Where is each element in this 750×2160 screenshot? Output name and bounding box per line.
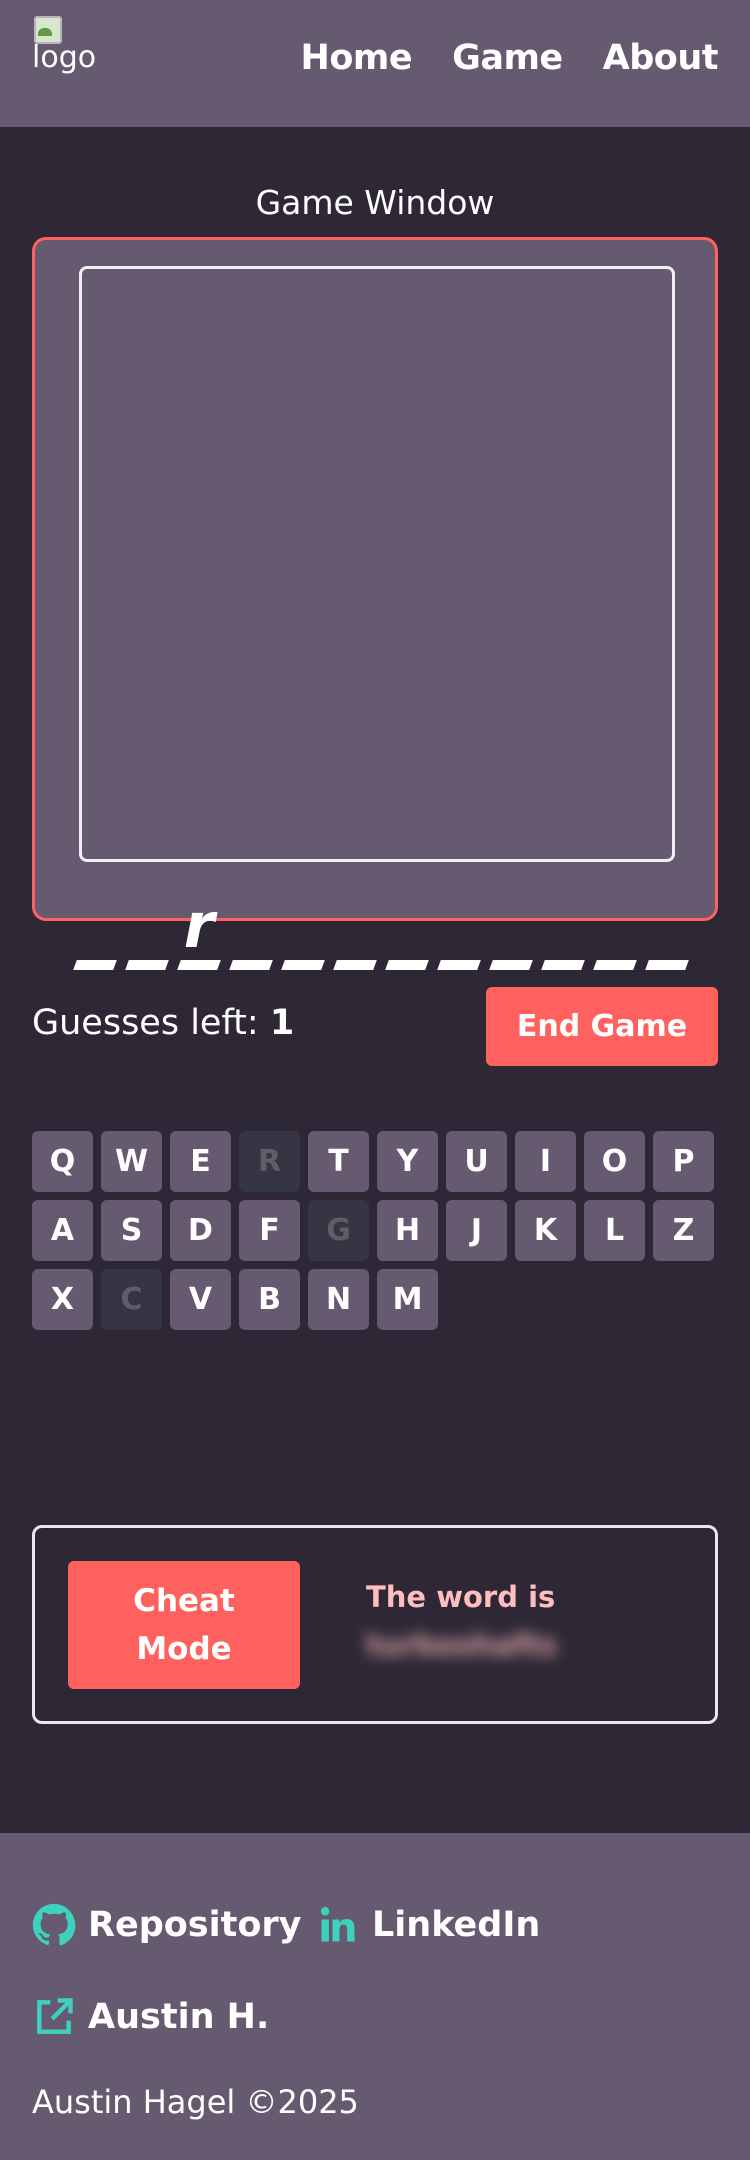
letter-slot bbox=[437, 898, 481, 970]
letter-slot bbox=[73, 898, 117, 970]
keyboard-row: ASDFGHJKLZ bbox=[32, 1200, 722, 1261]
guesses-left: Guesses left: 1 bbox=[32, 1003, 294, 1043]
nav-about-link[interactable]: About bbox=[603, 38, 719, 78]
letter-slot bbox=[281, 898, 325, 970]
key-k[interactable]: K bbox=[515, 1200, 576, 1261]
repository-label: Repository bbox=[88, 1905, 302, 1945]
word-display: r bbox=[73, 894, 689, 970]
nav-home-link[interactable]: Home bbox=[301, 38, 413, 78]
broken-image-icon bbox=[32, 14, 62, 44]
key-v[interactable]: V bbox=[170, 1269, 231, 1330]
slot-underline bbox=[385, 960, 429, 970]
key-d[interactable]: D bbox=[170, 1200, 231, 1261]
key-j[interactable]: J bbox=[446, 1200, 507, 1261]
letter-slot bbox=[489, 898, 533, 970]
key-u[interactable]: U bbox=[446, 1131, 507, 1192]
game-window bbox=[32, 237, 718, 921]
letter-slot bbox=[125, 898, 169, 970]
key-q[interactable]: Q bbox=[32, 1131, 93, 1192]
key-s[interactable]: S bbox=[101, 1200, 162, 1261]
key-f[interactable]: F bbox=[239, 1200, 300, 1261]
letter-slot bbox=[385, 898, 429, 970]
author-link[interactable]: Austin H. bbox=[32, 1995, 269, 2039]
cheat-label: The word is bbox=[366, 1580, 556, 1614]
key-o[interactable]: O bbox=[584, 1131, 645, 1192]
letter-slot: r bbox=[177, 894, 221, 970]
key-p[interactable]: P bbox=[653, 1131, 714, 1192]
github-icon bbox=[32, 1903, 76, 1946]
slot-underline bbox=[593, 960, 637, 970]
slot-underline bbox=[73, 960, 117, 970]
author-label: Austin H. bbox=[88, 1997, 270, 2037]
letter-slot bbox=[593, 898, 637, 970]
key-m[interactable]: M bbox=[377, 1269, 438, 1330]
letter-slot bbox=[645, 898, 689, 970]
letter-slot bbox=[229, 898, 273, 970]
key-w[interactable]: W bbox=[101, 1131, 162, 1192]
site-footer: Repository LinkedIn Austin H. Austin Hag… bbox=[0, 1833, 750, 2160]
cheat-word: turboshafts bbox=[366, 1628, 557, 1662]
slot-underline bbox=[229, 960, 273, 970]
slot-letter: r bbox=[183, 889, 215, 962]
nav-game-link[interactable]: Game bbox=[452, 38, 563, 78]
guesses-label: Guesses left: bbox=[32, 1003, 270, 1043]
key-x[interactable]: X bbox=[32, 1269, 93, 1330]
key-h[interactable]: H bbox=[377, 1200, 438, 1261]
key-c: C bbox=[101, 1269, 162, 1330]
slot-underline bbox=[125, 960, 169, 970]
linkedin-icon bbox=[320, 1907, 355, 1942]
copyright: Austin Hagel ©2025 bbox=[32, 2083, 359, 2121]
slot-underline bbox=[333, 960, 377, 970]
slot-underline bbox=[437, 960, 481, 970]
key-e[interactable]: E bbox=[170, 1131, 231, 1192]
key-i[interactable]: I bbox=[515, 1131, 576, 1192]
key-z[interactable]: Z bbox=[653, 1200, 714, 1261]
logo-alt-text: logo bbox=[32, 40, 97, 75]
game-window-title: Game Window bbox=[255, 183, 495, 222]
key-a[interactable]: A bbox=[32, 1200, 93, 1261]
linkedin-label: LinkedIn bbox=[372, 1905, 541, 1945]
key-b[interactable]: B bbox=[239, 1269, 300, 1330]
slot-underline bbox=[489, 960, 533, 970]
slot-underline bbox=[541, 960, 585, 970]
site-header: logo Home Game About bbox=[0, 0, 750, 127]
main-nav: Home Game About bbox=[301, 38, 719, 78]
hangman-canvas bbox=[79, 266, 675, 862]
external-link-icon bbox=[37, 1998, 73, 2034]
keyboard-row: XCVBNM bbox=[32, 1269, 722, 1330]
letter-slot bbox=[333, 898, 377, 970]
repository-link[interactable]: Repository bbox=[32, 1903, 301, 1947]
linkedin-link[interactable]: LinkedIn bbox=[316, 1903, 540, 1947]
key-y[interactable]: Y bbox=[377, 1131, 438, 1192]
key-g: G bbox=[308, 1200, 369, 1261]
end-game-button[interactable]: End Game bbox=[486, 987, 718, 1066]
cheat-panel: Cheat Mode The word is turboshafts bbox=[32, 1525, 718, 1724]
slot-underline bbox=[645, 960, 689, 970]
slot-underline bbox=[177, 960, 221, 970]
key-n[interactable]: N bbox=[308, 1269, 369, 1330]
letter-slot bbox=[541, 898, 585, 970]
slot-underline bbox=[281, 960, 325, 970]
letter-keyboard: QWERTYUIOP ASDFGHJKLZ XCVBNM bbox=[32, 1131, 722, 1338]
cheat-mode-button[interactable]: Cheat Mode bbox=[68, 1561, 300, 1689]
key-r: R bbox=[239, 1131, 300, 1192]
key-l[interactable]: L bbox=[584, 1200, 645, 1261]
guesses-count: 1 bbox=[269, 1003, 295, 1043]
key-t[interactable]: T bbox=[308, 1131, 369, 1192]
logo[interactable]: logo bbox=[32, 14, 122, 94]
keyboard-row: QWERTYUIOP bbox=[32, 1131, 722, 1192]
